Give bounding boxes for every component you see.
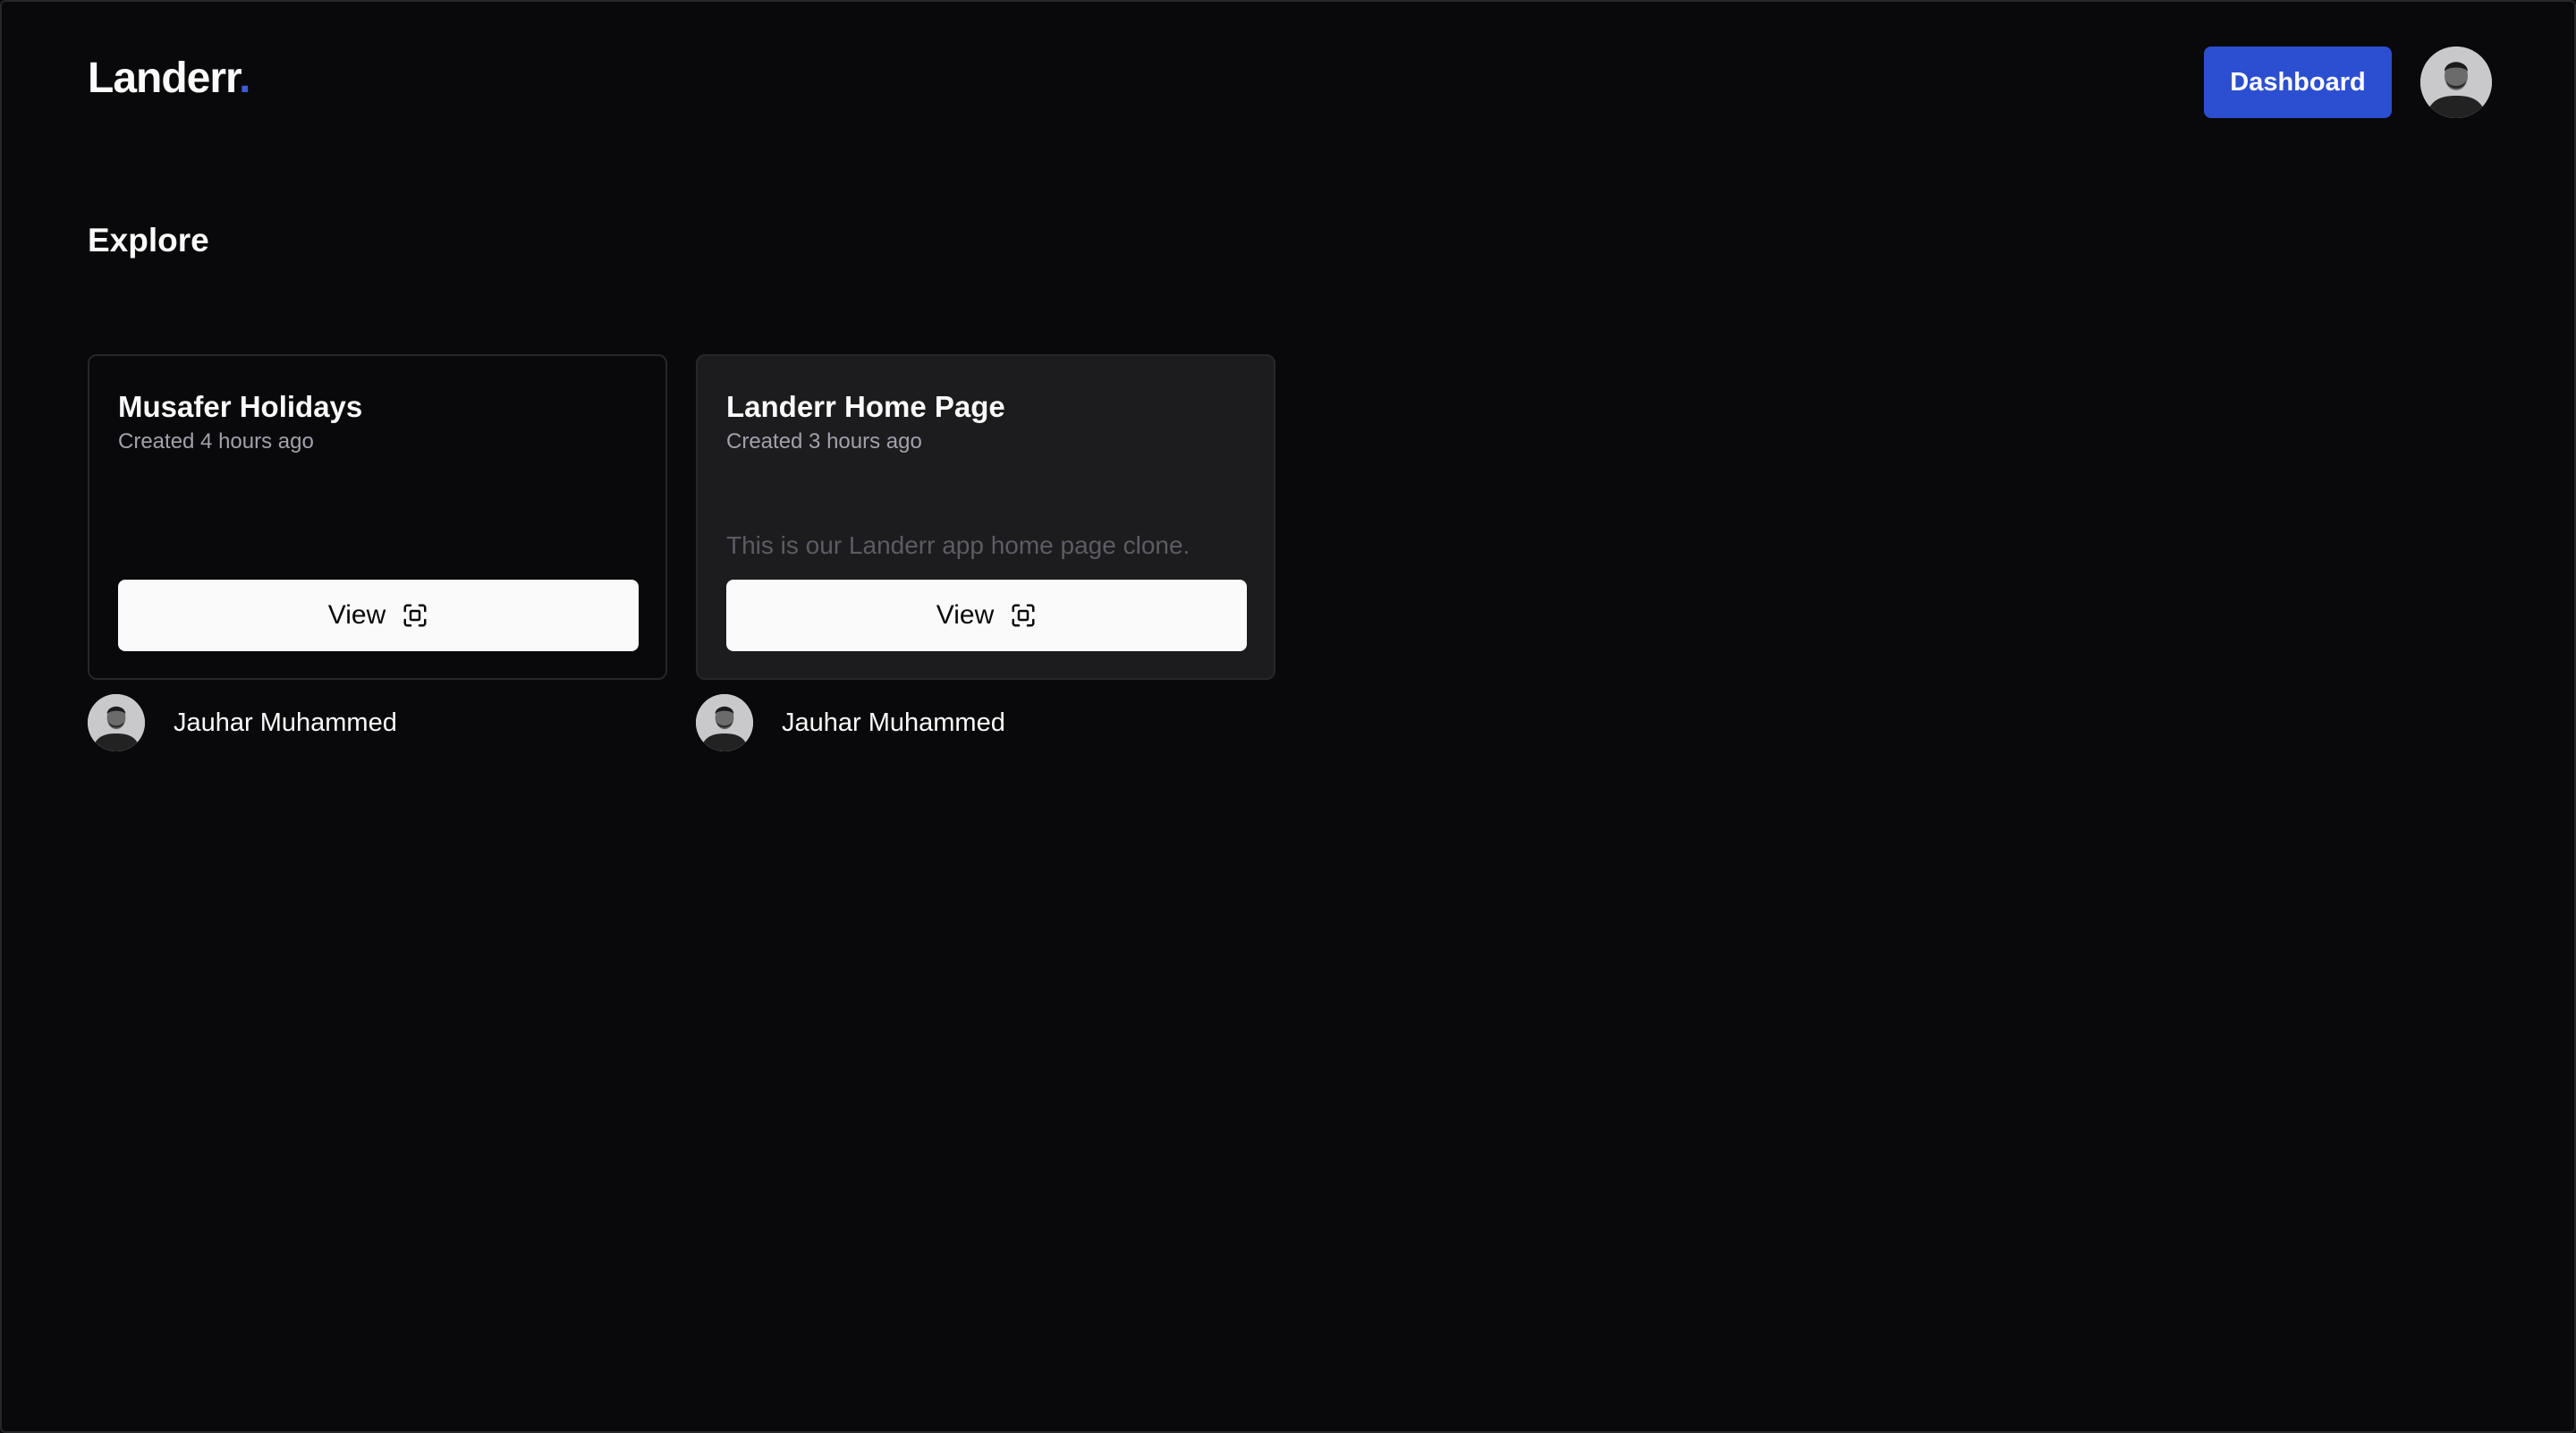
card-created-time: Created 3 hours ago <box>726 429 922 454</box>
card-description: This is our Landerr app home page clone. <box>726 531 1191 559</box>
project-card: Landerr Home Page Created 3 hours ago Th… <box>696 354 1275 680</box>
logo-dot: . <box>239 55 250 102</box>
dashboard-button[interactable]: Dashboard <box>2204 47 2392 118</box>
project-card: Musafer Holidays Created 4 hours ago Vie… <box>88 354 667 680</box>
author-name: Jauhar Muhammed <box>782 708 1005 737</box>
avatar-icon <box>696 694 753 751</box>
card-title: Musafer Holidays <box>118 390 363 423</box>
logo-text: Landerr <box>88 55 240 102</box>
card-author: Jauhar Muhammed <box>696 694 1005 751</box>
fullscreen-icon <box>402 602 428 629</box>
author-avatar <box>88 694 145 751</box>
app-window: Landerr. Dashboard Explore Musafer Holid… <box>0 0 2576 1433</box>
top-navbar: Landerr. Dashboard <box>2 2 2576 163</box>
page-title: Explore <box>88 222 209 259</box>
view-button[interactable]: View <box>118 580 639 651</box>
avatar-icon <box>88 694 145 751</box>
card-author: Jauhar Muhammed <box>88 694 397 751</box>
view-button-label: View <box>327 600 386 630</box>
view-button[interactable]: View <box>726 580 1247 651</box>
fullscreen-icon <box>1010 602 1037 629</box>
card-created-time: Created 4 hours ago <box>118 429 314 454</box>
view-button-label: View <box>936 600 995 630</box>
logo[interactable]: Landerr. <box>88 54 250 103</box>
user-avatar[interactable] <box>2420 47 2492 118</box>
card-title: Landerr Home Page <box>726 390 1005 423</box>
avatar-icon <box>2420 47 2492 118</box>
author-name: Jauhar Muhammed <box>174 708 397 737</box>
author-avatar <box>696 694 753 751</box>
